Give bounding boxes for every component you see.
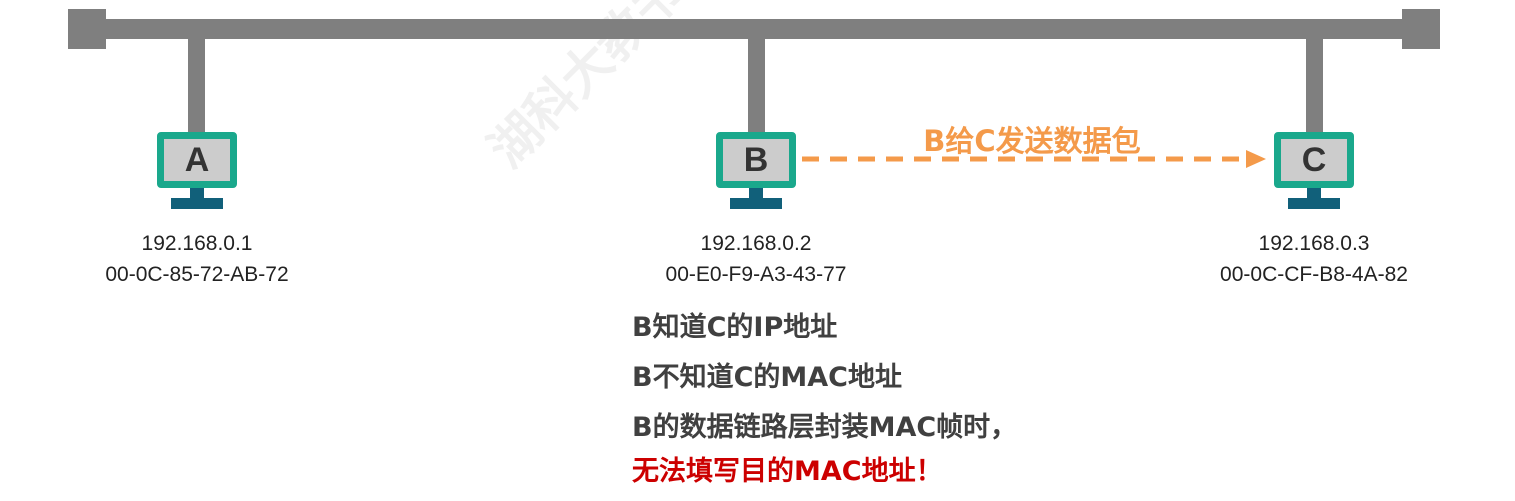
note-knows-ip: B知道C的IP地址 (632, 312, 838, 343)
arrow-head-icon (1246, 150, 1266, 168)
arrow-label: B给C发送数据包 (923, 124, 1141, 158)
note-warning: 无法填写目的MAC地址！ (632, 456, 943, 487)
network-diagram: 湖科大教书匠 https://space.bilibili.com/360996… (0, 0, 1515, 501)
note-encapsulation: B的数据链路层封装MAC帧时， (632, 412, 1018, 443)
note-not-know-mac: B不知道C的MAC地址 (632, 362, 902, 393)
